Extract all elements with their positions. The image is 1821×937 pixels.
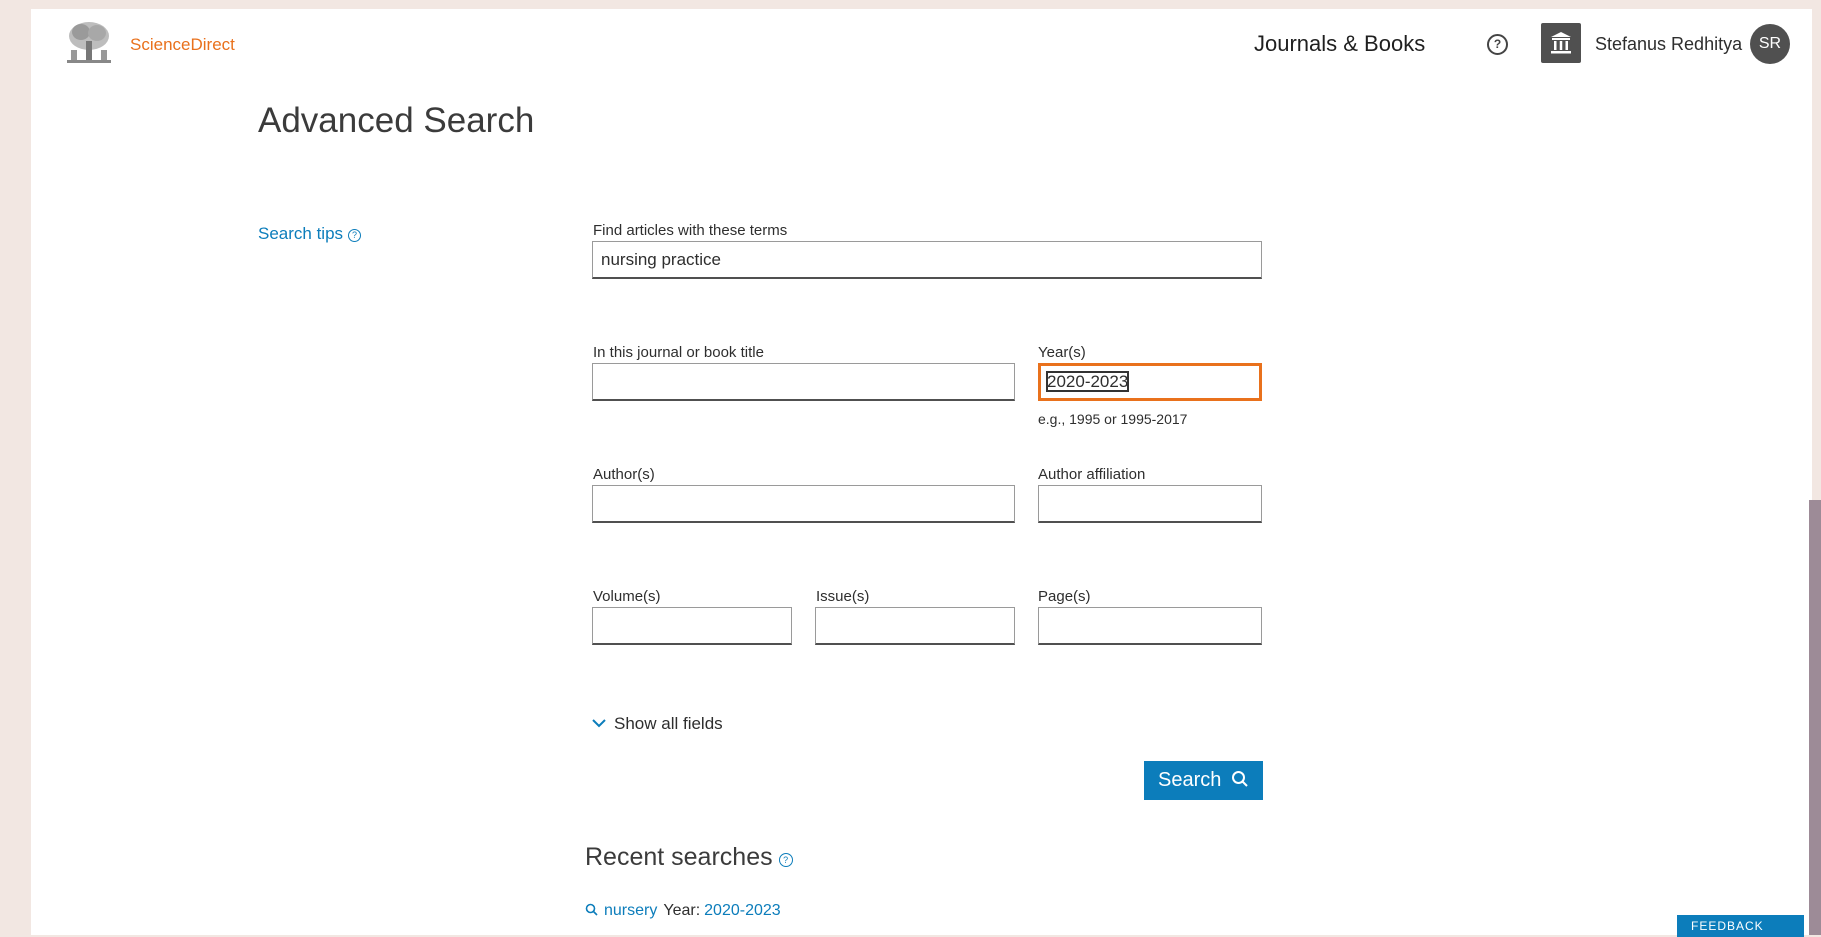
recent-searches-title: Recent searches: [585, 843, 773, 871]
volume-input[interactable]: [592, 607, 792, 645]
help-icon: ?: [348, 229, 362, 242]
show-all-fields-label: Show all fields: [614, 714, 723, 733]
recent-search-year-value[interactable]: 2020-2023: [704, 902, 781, 919]
years-input[interactable]: 2020-2023: [1038, 363, 1262, 401]
terms-label: Find articles with these terms: [593, 222, 788, 239]
recent-search-item[interactable]: nursery Year: 2020-2023: [585, 902, 781, 920]
authors-label: Author(s): [593, 466, 655, 483]
chevron-down-icon: [592, 719, 606, 728]
authors-input[interactable]: [592, 485, 1015, 523]
recent-searches-heading: Recent searches?: [585, 843, 793, 872]
pages-label: Page(s): [1038, 588, 1091, 605]
terms-value: nursing practice: [601, 250, 722, 269]
background-decoration: [1809, 500, 1821, 935]
volume-label: Volume(s): [593, 588, 661, 605]
institution-icon: [1551, 32, 1571, 54]
search-icon: [585, 903, 598, 916]
page-surface: ScienceDirect Journals & Books ? Stefanu…: [31, 9, 1812, 935]
journal-label: In this journal or book title: [593, 344, 764, 361]
elsevier-tree-logo[interactable]: [61, 19, 117, 67]
years-value: 2020-2023: [1045, 371, 1130, 392]
recent-search-term[interactable]: nursery: [604, 902, 657, 919]
affiliation-input[interactable]: [1038, 485, 1262, 523]
search-button[interactable]: Search: [1144, 761, 1263, 800]
avatar[interactable]: SR: [1750, 24, 1790, 64]
search-button-label: Search: [1158, 769, 1222, 791]
feedback-button[interactable]: FEEDBACK: [1677, 915, 1804, 937]
journal-input[interactable]: [592, 363, 1015, 401]
institution-button[interactable]: [1541, 23, 1581, 63]
search-tips-link[interactable]: Search tips?: [258, 224, 362, 244]
years-hint: e.g., 1995 or 1995-2017: [1038, 411, 1188, 427]
help-icon[interactable]: ?: [778, 853, 793, 867]
recent-search-year-label: Year:: [663, 902, 701, 919]
search-tips-label: Search tips: [258, 224, 344, 243]
show-all-fields-toggle[interactable]: Show all fields: [592, 714, 723, 734]
years-label: Year(s): [1038, 344, 1086, 361]
help-icon[interactable]: ?: [1487, 34, 1508, 55]
pages-input[interactable]: [1038, 607, 1262, 645]
page-title: Advanced Search: [258, 101, 535, 140]
issue-label: Issue(s): [816, 588, 870, 605]
affiliation-label: Author affiliation: [1038, 466, 1146, 483]
feedback-label: FEEDBACK: [1691, 919, 1764, 933]
brand-name[interactable]: ScienceDirect: [130, 35, 235, 55]
search-icon: [1231, 771, 1248, 787]
user-name[interactable]: Stefanus Redhitya: [1595, 34, 1742, 55]
issue-input[interactable]: [815, 607, 1015, 645]
terms-input[interactable]: nursing practice: [592, 241, 1262, 279]
nav-journals-books[interactable]: Journals & Books: [1254, 31, 1425, 57]
